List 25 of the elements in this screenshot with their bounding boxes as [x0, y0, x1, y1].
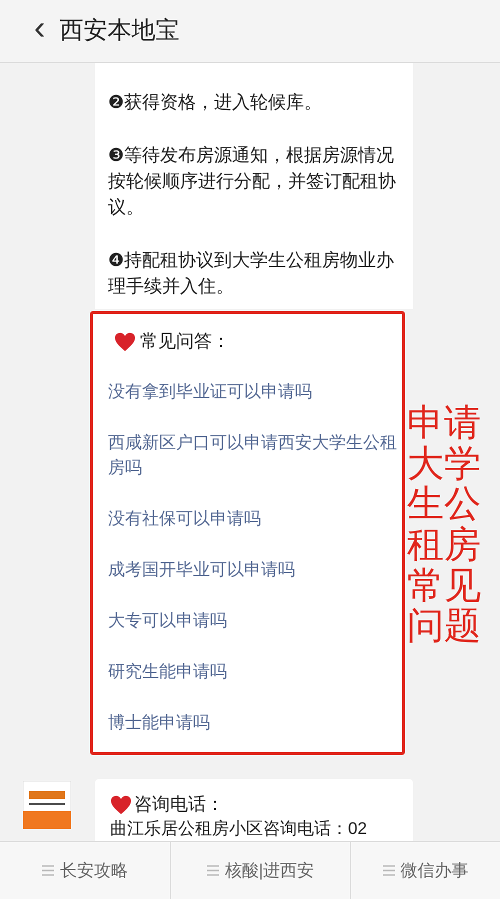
menu-icon: [42, 865, 54, 876]
menu-icon: [206, 865, 219, 876]
back-button[interactable]: ‹: [34, 11, 46, 51]
faq-link[interactable]: 大专可以申请吗: [108, 608, 402, 633]
faq-heading: 常见问答：: [140, 330, 230, 353]
step-text: ❷获得资格，进入轮候库。: [108, 91, 323, 114]
bottom-tab[interactable]: 微信办事: [350, 842, 500, 899]
step-text: ❹持配租协议到大学生公租房物业办理手续并入住。: [108, 249, 395, 298]
page-title: 西安本地宝: [59, 16, 180, 46]
contact-heading: 咨询电话：: [134, 793, 224, 816]
heart-icon: [110, 794, 132, 814]
heart-icon: [114, 332, 136, 352]
logo-icon: [23, 781, 71, 829]
menu-icon: [382, 865, 394, 876]
bottom-tab[interactable]: 长安攻略: [0, 842, 170, 899]
faq-link[interactable]: 没有拿到毕业证可以申请吗: [108, 379, 402, 404]
contact-text: 曲江乐居公租房小区咨询电话：02: [110, 818, 368, 840]
step-text: ❸等待发布房源通知，根据房源情况按轮候顺序进行分配，并签订配租协议。: [108, 144, 397, 219]
faq-link[interactable]: 研究生能申请吗: [108, 659, 402, 684]
faq-link[interactable]: 博士能申请吗: [108, 710, 402, 735]
faq-link[interactable]: 成考国开毕业可以申请吗: [108, 557, 402, 582]
bottom-tab[interactable]: 核酸|进西安: [170, 842, 350, 899]
annotation-text: 申请大学生公租房常见问题: [407, 403, 481, 648]
faq-link[interactable]: 西咸新区户口可以申请西安大学生公租房吗: [108, 430, 402, 480]
faq-link[interactable]: 没有社保可以申请吗: [108, 506, 402, 531]
